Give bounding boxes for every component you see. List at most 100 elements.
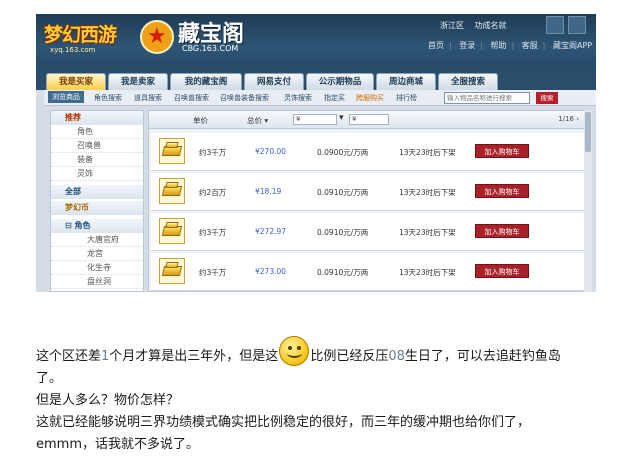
server-region: 浙江区 [440, 21, 464, 30]
listing-row: 约3千万 ¥270.00 0.0900元/万两 13天23时后下架 加入购物车 [151, 133, 585, 171]
smiley-emoji-icon [279, 336, 310, 366]
sidebar-item-accessory[interactable]: 灵饰 [51, 167, 143, 181]
gold-icon[interactable] [159, 218, 185, 244]
game-logo-text: 梦幻西游 [44, 24, 117, 46]
sub-cross-server[interactable]: 跨服购买 [356, 93, 384, 103]
screenshot-image: 梦幻西游 xyq.163.com ★ 藏宝阁 CBG.163.COM 浙江区 功… [36, 14, 596, 292]
post-body: 这个区还差1个月才算是出三年外，但是这 比例已经反压08生日了，可以去追赶钓鱼岛 … [36, 336, 602, 456]
post-text: 比例已经反压 [310, 349, 389, 364]
sub-role-search[interactable]: 角色搜索 [94, 93, 122, 103]
tab-buyer[interactable]: 我是买家 [46, 73, 106, 90]
search-input[interactable] [444, 92, 530, 104]
sidebar-item-pet[interactable]: 召唤兽 [51, 139, 143, 153]
nav-home[interactable]: 首页 [428, 41, 444, 50]
tab-public-items[interactable]: 公示期物品 [306, 73, 374, 90]
header-nav: 首页 | 登录 | 帮助 | 客服 | 藏宝阁APP [428, 41, 593, 50]
sub-item-search[interactable]: 道具搜索 [134, 93, 162, 103]
category-sidebar: 推荐 角色 召唤兽 装备 灵饰 全部 梦幻币 ⊟ 角色 大唐官府 龙宫 化生寺 … [50, 110, 144, 292]
scrollbar[interactable] [584, 110, 592, 292]
sidebar-recommend[interactable]: 推荐 [51, 111, 143, 125]
nav-help[interactable]: 帮助 [491, 41, 507, 50]
nav-login[interactable]: 登录 [459, 41, 475, 50]
listing-amount: 约2百万 [199, 188, 227, 197]
tab-seller[interactable]: 我是卖家 [108, 73, 168, 90]
pager-text: 1/16 [558, 115, 574, 123]
post-line: 这就已经能够说明三界功绩模式确实把比例稳定的很好，而三年的缓冲期也给你们了， [36, 415, 531, 430]
price-min-input[interactable]: ¥ [293, 114, 337, 125]
listing-time: 13天23时后下架 [399, 148, 456, 157]
game-logo[interactable]: 梦幻西游 xyq.163.com [42, 20, 134, 60]
tab-netease-pay[interactable]: 网易支付 [244, 73, 304, 90]
listing-price: ¥270.00 [255, 147, 287, 156]
listing-rate: 0.0910元/万两 [317, 228, 369, 237]
server-name: 功成名就 [474, 21, 507, 30]
post-line: 但是人多么？物价怎样？ [36, 393, 180, 408]
sub-designated-buy[interactable]: 指定买 [324, 93, 345, 103]
mail-icon[interactable] [546, 16, 564, 34]
sub-accessory-search[interactable]: 灵饰搜索 [284, 93, 312, 103]
sidebar-school-2[interactable]: 龙宫 [51, 247, 143, 261]
sidebar-item-equip[interactable]: 装备 [51, 153, 143, 167]
sidebar-school-4[interactable]: 盘丝洞 [51, 275, 143, 289]
post-number: 08 [388, 349, 405, 364]
sidebar-item-role[interactable]: 角色 [51, 125, 143, 139]
listing-time: 13天23时后下架 [399, 228, 456, 237]
sidebar-school-1[interactable]: 大唐官府 [51, 233, 143, 247]
add-to-cart-button[interactable]: 加入购物车 [475, 264, 529, 278]
main-tabs: 我是买家 我是卖家 我的藏宝阁 网易支付 公示期物品 周边商城 全服搜索 [36, 70, 596, 90]
site-domain: CBG.163.COM [182, 44, 239, 53]
cbg-star-icon: ★ [140, 20, 174, 54]
post-line: 这个区还差1个月才算是出三年外，但是这 比例已经反压08生日了，可以去追赶钓鱼岛 [36, 336, 602, 368]
listing-rate: 0.0910元/万两 [317, 188, 369, 197]
listing-row: 约3千万 ¥272.97 0.0910元/万两 13天23时后下架 加入购物车 [151, 213, 585, 251]
collapse-icon: ⊟ [65, 221, 75, 230]
sidebar-currency[interactable]: 梦幻币 [51, 201, 143, 215]
listing-price: ¥18.19 [255, 187, 282, 196]
game-logo-url: xyq.163.com [50, 46, 96, 54]
listing-time: 13天23时后下架 [399, 268, 456, 277]
listing-amount: 约3千万 [199, 268, 227, 277]
gold-icon[interactable] [159, 178, 185, 204]
site-header: 梦幻西游 xyq.163.com ★ 藏宝阁 CBG.163.COM 浙江区 功… [36, 14, 596, 70]
sidebar-all[interactable]: 全部 [51, 185, 143, 199]
dropdown-icon[interactable]: ▾ [339, 113, 344, 123]
tab-global-search[interactable]: 全服搜索 [438, 73, 498, 90]
listing-rate: 0.0910元/万两 [317, 268, 369, 277]
user-icon[interactable] [568, 16, 586, 34]
add-to-cart-button[interactable]: 加入购物车 [475, 224, 529, 238]
scrollbar-thumb[interactable] [585, 112, 591, 152]
price-max-input[interactable]: ¥ [349, 114, 389, 125]
sub-pet-equip-search[interactable]: 召唤兽装备搜索 [220, 93, 269, 103]
pager[interactable]: 1/16 › [558, 115, 579, 123]
listing-amount: 约3千万 [199, 228, 227, 237]
tab-my-cbg[interactable]: 我的藏宝阁 [170, 73, 242, 90]
server-info: 浙江区 功成名就 [440, 20, 515, 31]
header-unit-price[interactable]: 单价 [193, 115, 208, 126]
sidebar-role[interactable]: ⊟ 角色 [51, 219, 143, 233]
sort-arrow-icon: ▾ [264, 116, 269, 125]
nav-app[interactable]: 藏宝阁APP [553, 41, 592, 50]
sub-ranking[interactable]: 排行榜 [396, 93, 417, 103]
listing-time: 13天23时后下架 [399, 188, 456, 197]
add-to-cart-button[interactable]: 加入购物车 [475, 144, 529, 158]
post-text: 生日了，可以去追赶钓鱼岛 [404, 349, 561, 364]
post-line: emmm，话我就不多说了。 [36, 437, 199, 452]
listing-price: ¥272.97 [255, 227, 287, 236]
sidebar-school-3[interactable]: 化生寺 [51, 261, 143, 275]
tab-mall[interactable]: 周边商城 [376, 73, 436, 90]
search-button[interactable]: 搜索 [536, 92, 558, 104]
post-line: 了。 [36, 371, 63, 386]
sub-browse[interactable]: 浏览商品 [48, 91, 84, 103]
listing-row: 约3千万 ¥273.00 0.0910元/万两 13天23时后下架 加入购物车 [151, 253, 585, 291]
add-to-cart-button[interactable]: 加入购物车 [475, 184, 529, 198]
gold-icon[interactable] [159, 258, 185, 284]
header-total-price[interactable]: 总价 ▾ [247, 115, 268, 126]
gold-icon[interactable] [159, 138, 185, 164]
listing-rate: 0.0900元/万两 [317, 148, 369, 157]
listing-price: ¥273.00 [255, 267, 287, 276]
listing-table: 单价 总价 ▾ ¥ ▾ ¥ 1/16 › 约3千万 ¥270.00 0.0900… [148, 110, 588, 292]
sub-pet-search[interactable]: 召唤兽搜索 [174, 93, 209, 103]
nav-service[interactable]: 客服 [522, 41, 538, 50]
listing-amount: 约3千万 [199, 148, 227, 157]
sub-nav: 浏览商品 角色搜索 道具搜索 召唤兽搜索 召唤兽装备搜索 灵饰搜索 指定买 跨服… [44, 90, 596, 106]
